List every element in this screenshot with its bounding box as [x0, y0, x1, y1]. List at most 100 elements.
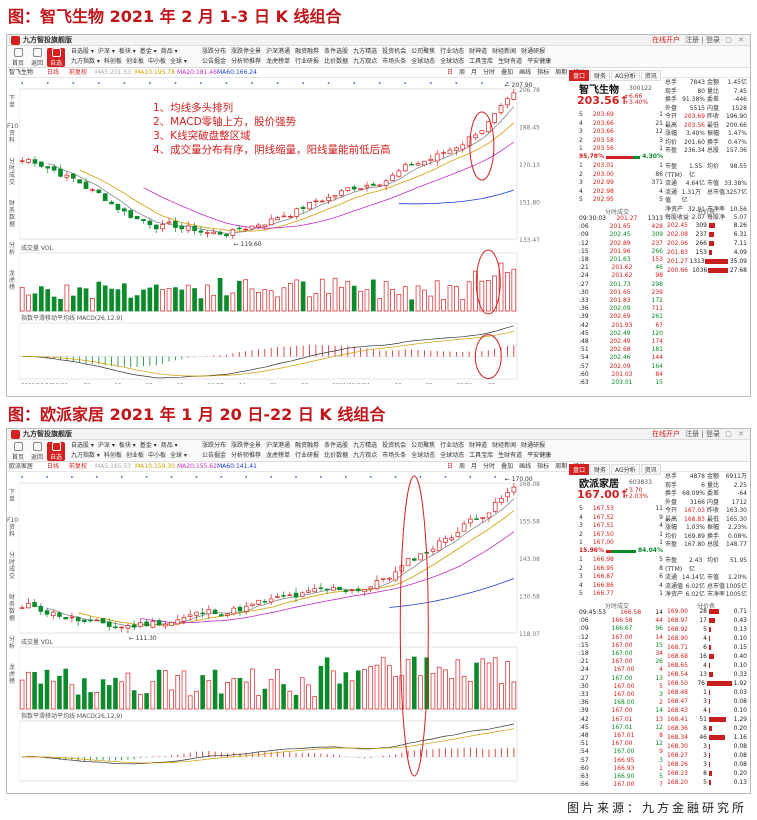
menu-row-2[interactable]: 九方指数 ▾ 科创板 创业板 中小板 全球 ▾	[71, 451, 191, 461]
candle[interactable]	[69, 616, 75, 619]
candle[interactable]	[163, 623, 168, 627]
candle[interactable]	[50, 611, 56, 617]
menu-item[interactable]: 科创板	[104, 58, 122, 65]
candle[interactable]	[134, 215, 140, 220]
candle[interactable]	[51, 166, 57, 171]
candle[interactable]	[402, 164, 408, 172]
menu-item[interactable]: 条件选股	[324, 442, 348, 449]
menu-item[interactable]: 平安健康	[527, 452, 551, 459]
candle[interactable]	[393, 571, 398, 581]
event-marker[interactable]	[394, 476, 397, 478]
event-marker[interactable]	[319, 476, 322, 478]
menu-item[interactable]: 科创板	[104, 452, 122, 459]
candle[interactable]	[113, 626, 118, 629]
menu-item[interactable]: 市场头条	[382, 58, 406, 65]
candle[interactable]	[125, 625, 131, 629]
candle[interactable]	[430, 548, 436, 552]
left-side-tabs[interactable]: 下单 F10资料 分时成交 财务数据 分析 龙虎榜	[7, 95, 18, 305]
event-marker[interactable]	[245, 476, 248, 478]
candle[interactable]	[38, 605, 44, 612]
menu-item[interactable]: 生财有道	[498, 452, 522, 459]
candle[interactable]	[26, 158, 31, 163]
candle[interactable]	[455, 531, 461, 537]
candle[interactable]	[299, 592, 305, 597]
chart-tool-button[interactable]: 周期	[555, 69, 567, 76]
menu-item[interactable]: 财神道	[469, 442, 487, 449]
left-tab[interactable]: 龙虎榜	[7, 664, 17, 685]
event-marker[interactable]	[419, 476, 422, 478]
menu-item[interactable]: 自选股 ▾	[71, 48, 94, 55]
candle[interactable]	[44, 610, 50, 615]
candle[interactable]	[19, 160, 25, 162]
event-marker[interactable]	[494, 476, 497, 478]
candle[interactable]	[225, 613, 230, 616]
menu-item[interactable]: 龙虎榜单	[266, 452, 290, 459]
menu-item[interactable]: 板块 ▾	[119, 442, 136, 449]
watchlist-button[interactable]: 自选	[47, 48, 65, 67]
window-controls-icon[interactable]: — ▢ ✕	[712, 35, 746, 46]
left-side-tabs[interactable]: 下单 F10资料 分时成交 财务数据 分析 龙虎榜	[7, 489, 18, 699]
candle[interactable]	[454, 147, 459, 151]
adjust-selector[interactable]: 前复权	[69, 462, 87, 472]
candle[interactable]	[293, 592, 299, 598]
period-selector[interactable]: 日线	[47, 462, 59, 472]
home-button[interactable]: 首页	[9, 442, 27, 461]
menu-item[interactable]: 基金 ▾	[140, 442, 157, 449]
candle[interactable]	[256, 599, 261, 605]
menu-item[interactable]: 投资机会	[382, 48, 406, 55]
left-tab[interactable]: 分时成交	[7, 158, 17, 186]
candle[interactable]	[337, 586, 342, 591]
candle[interactable]	[32, 159, 38, 164]
menu-item[interactable]: 行业研报	[295, 58, 319, 65]
menu-item[interactable]: 九方观点	[353, 58, 377, 65]
candle[interactable]	[256, 224, 261, 228]
candle[interactable]	[90, 189, 95, 191]
menu-item[interactable]: 九方指数 ▾	[71, 452, 100, 459]
menu-item[interactable]: 市场头条	[382, 452, 406, 459]
candle[interactable]	[390, 174, 395, 181]
candle[interactable]	[345, 187, 351, 191]
candle[interactable]	[485, 121, 491, 133]
menu-item[interactable]: 行业研报	[295, 452, 319, 459]
adjust-selector[interactable]: 前复权	[69, 68, 87, 78]
candle[interactable]	[312, 588, 317, 593]
candle[interactable]	[156, 620, 162, 626]
candle[interactable]	[58, 168, 63, 177]
candle[interactable]	[332, 195, 338, 198]
candle[interactable]	[206, 609, 212, 615]
menu-item[interactable]: 公司聚焦	[411, 442, 435, 449]
menu-item[interactable]: 九方精选	[353, 442, 377, 449]
candle[interactable]	[443, 538, 448, 543]
candle[interactable]	[422, 160, 427, 166]
candle[interactable]	[499, 497, 504, 503]
menu-item[interactable]: 全球动态	[440, 452, 464, 459]
chart-tool-button[interactable]: 叠加	[501, 463, 513, 470]
candle[interactable]	[434, 153, 440, 162]
candle[interactable]	[153, 224, 159, 230]
candle[interactable]	[173, 220, 178, 228]
candle[interactable]	[339, 190, 344, 196]
home-button[interactable]: 首页	[9, 48, 27, 67]
candle[interactable]	[45, 166, 51, 169]
candle[interactable]	[486, 512, 492, 519]
menu-item[interactable]: 全球 ▾	[170, 58, 187, 65]
period-tab[interactable]: 周	[459, 463, 465, 470]
menu-item[interactable]: 财通研报	[521, 442, 545, 449]
left-tab[interactable]: 分时成交	[7, 552, 17, 580]
event-marker[interactable]	[302, 82, 305, 84]
candle[interactable]	[380, 578, 386, 580]
candle[interactable]	[94, 619, 100, 622]
menu-item[interactable]: 比价数据	[324, 452, 348, 459]
back-button[interactable]: 返回	[28, 442, 46, 461]
event-marker[interactable]	[270, 476, 273, 478]
candle[interactable]	[160, 224, 165, 230]
time-and-sales-list[interactable]: 09:45:53 166.58 14:06 166.58 44:09 166.67 96:1…	[579, 609, 663, 789]
candle[interactable]	[441, 152, 446, 154]
watchlist-button[interactable]: 自选	[47, 442, 65, 461]
event-marker[interactable]	[225, 82, 228, 84]
event-marker[interactable]	[404, 82, 407, 84]
candle[interactable]	[479, 130, 485, 134]
candle[interactable]	[237, 606, 243, 612]
candle[interactable]	[405, 558, 411, 567]
event-marker[interactable]	[378, 82, 381, 84]
